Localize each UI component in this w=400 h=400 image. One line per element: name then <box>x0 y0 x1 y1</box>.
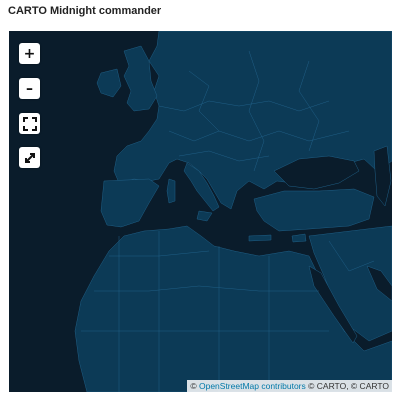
zoom-in-button[interactable]: + <box>19 43 40 64</box>
land-sardinia <box>166 178 176 204</box>
copyright-symbol: © <box>190 381 197 391</box>
reset-view-button[interactable] <box>19 147 40 168</box>
osm-attribution-link[interactable]: OpenStreetMap contributors <box>199 381 306 391</box>
page-title: CARTO Midnight commander <box>8 5 162 17</box>
fullscreen-button[interactable] <box>19 113 40 134</box>
map-viewport[interactable]: + – © OpenStreetMap contributors © CARTO… <box>9 31 392 392</box>
expand-arrow-icon <box>24 152 35 163</box>
fullscreen-icon <box>22 116 37 131</box>
zoom-in-label: + <box>23 45 36 62</box>
land-crete <box>248 234 272 242</box>
zoom-out-label: – <box>26 80 33 97</box>
zoom-out-button[interactable]: – <box>19 78 40 99</box>
carto-attribution-text: © CARTO, © CARTO <box>308 381 389 391</box>
map-canvas <box>9 31 392 392</box>
map-attribution: © OpenStreetMap contributors © CARTO, © … <box>187 380 392 392</box>
